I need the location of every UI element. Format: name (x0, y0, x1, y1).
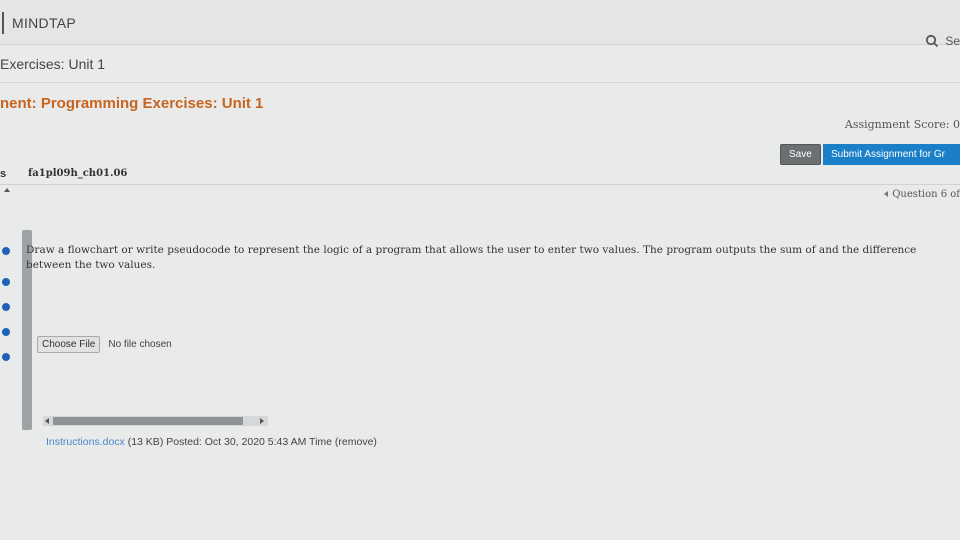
status-dot-icon[interactable] (2, 353, 10, 361)
brand-logo[interactable]: MINDTAP (2, 12, 76, 34)
scroll-left-icon[interactable] (45, 418, 49, 424)
question-nav-label[interactable]: Question 6 of (892, 189, 960, 200)
scroll-up-icon[interactable] (4, 188, 10, 192)
assignment-title: nent: Programming Exercises: Unit 1 (0, 95, 264, 112)
status-dot-icon[interactable] (2, 278, 10, 286)
status-dot-icon[interactable] (2, 328, 10, 336)
scroll-right-icon[interactable] (260, 418, 264, 424)
choose-file-button[interactable]: Choose File (37, 336, 101, 353)
horizontal-scrollbar[interactable] (43, 416, 268, 426)
search-icon[interactable] (925, 34, 939, 48)
previous-question-icon[interactable] (884, 191, 889, 197)
divider (0, 82, 960, 83)
divider (0, 184, 960, 185)
attachment-row: Instructions.docx (13 KB) Posted: Oct 30… (46, 436, 377, 448)
submit-assignment-button[interactable]: Submit Assignment for Gr (823, 144, 960, 165)
attachment-details: (13 KB) Posted: Oct 30, 2020 5:43 AM Tim… (124, 436, 377, 448)
assignment-score: Assignment Score: 0 (844, 118, 960, 131)
attachment-link[interactable]: Instructions.docx (46, 436, 125, 448)
save-button[interactable]: Save (780, 144, 821, 165)
question-prompt: Draw a flowchart or write pseudocode to … (26, 244, 917, 271)
question-navigation[interactable]: Question 6 of (884, 189, 960, 200)
status-dot-icon[interactable] (2, 247, 10, 255)
no-file-label: No file chosen (108, 339, 172, 350)
sidebar-tab-label[interactable]: s (0, 168, 6, 180)
breadcrumb[interactable]: Exercises: Unit 1 (0, 56, 105, 72)
top-bar: MINDTAP (0, 0, 960, 45)
scrollbar-thumb[interactable] (53, 417, 243, 425)
search-label[interactable]: Se (945, 34, 960, 48)
file-upload: Choose File No file chosen (37, 336, 172, 353)
question-file-title: fa1pl09h_ch01.06 (28, 168, 128, 179)
status-dot-icon[interactable] (2, 303, 10, 311)
search-control[interactable]: Se (925, 34, 960, 48)
